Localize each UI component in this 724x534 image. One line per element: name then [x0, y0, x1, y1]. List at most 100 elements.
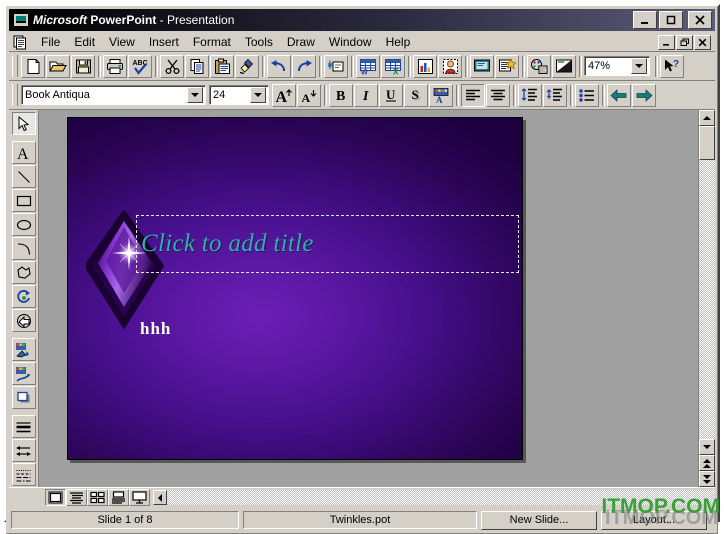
scroll-left-icon[interactable] — [153, 490, 167, 505]
menu-help[interactable]: Help — [379, 33, 418, 51]
italic-icon[interactable]: I — [354, 83, 378, 107]
slide-sorter-view-button[interactable] — [87, 489, 108, 506]
copy-icon[interactable] — [185, 54, 209, 78]
horizontal-scroll-track[interactable] — [167, 490, 715, 505]
free-rotate-icon[interactable] — [11, 285, 36, 308]
cut-icon[interactable] — [160, 54, 184, 78]
black-and-white-icon[interactable] — [552, 54, 576, 78]
freeform-tool-icon[interactable] — [11, 261, 36, 284]
line-color-icon[interactable] — [11, 362, 36, 385]
new-icon[interactable] — [21, 54, 45, 78]
minimize-button[interactable] — [633, 11, 657, 29]
menu-view[interactable]: View — [102, 33, 142, 51]
fill-color-icon[interactable] — [11, 338, 36, 361]
font-size-value: 24 — [213, 89, 226, 101]
open-icon[interactable] — [46, 54, 70, 78]
arc-tool-icon[interactable] — [11, 237, 36, 260]
slide-body-text[interactable]: hhh — [140, 319, 171, 339]
line-tool-icon[interactable] — [11, 165, 36, 188]
menu-draw[interactable]: Draw — [280, 33, 322, 51]
vertical-scrollbar[interactable] — [698, 110, 715, 487]
insert-excel-worksheet-icon[interactable]: X — [381, 54, 405, 78]
insert-clip-art-icon[interactable] — [438, 54, 462, 78]
font-size-combo[interactable]: 24 — [209, 85, 269, 105]
help-arrow-icon[interactable]: ? — [660, 54, 684, 78]
menu-insert[interactable]: Insert — [142, 33, 186, 51]
maximize-button[interactable] — [659, 11, 683, 29]
redo-icon[interactable] — [292, 54, 316, 78]
bullets-icon[interactable] — [575, 83, 599, 107]
bold-icon[interactable]: B — [329, 83, 353, 107]
formatting-toolbar-grip[interactable] — [12, 84, 18, 106]
scroll-up-icon[interactable] — [699, 110, 715, 126]
layout-button[interactable]: Layout... — [601, 510, 707, 530]
notes-page-view-button[interactable] — [108, 489, 129, 506]
outline-view-button[interactable] — [66, 489, 87, 506]
vertical-scroll-track[interactable] — [699, 126, 715, 439]
new-slide-button[interactable]: New Slide... — [481, 510, 597, 530]
increase-font-size-icon[interactable]: A — [272, 83, 296, 107]
new-slide-icon[interactable] — [470, 54, 494, 78]
format-painter-icon[interactable] — [235, 54, 259, 78]
powerpoint-window: Microsoft PowerPoint - Presentation File… — [4, 4, 720, 534]
menu-file[interactable]: File — [34, 33, 67, 51]
title-placeholder[interactable]: Click to add title — [136, 215, 519, 273]
paste-icon[interactable] — [210, 54, 234, 78]
document-icon[interactable] — [13, 35, 28, 50]
font-name-dropdown-arrow[interactable] — [187, 87, 203, 103]
font-name-combo[interactable]: Book Antiqua — [21, 85, 206, 105]
zoom-dropdown-arrow[interactable] — [631, 58, 647, 74]
decrease-font-size-icon[interactable]: A — [297, 83, 321, 107]
select-arrow-icon[interactable] — [11, 112, 36, 135]
dash-style-icon[interactable] — [11, 463, 36, 486]
zoom-combo[interactable]: 47% — [584, 56, 650, 76]
promote-icon[interactable] — [607, 83, 631, 107]
scroll-down-icon[interactable] — [699, 439, 715, 455]
insert-word-table-icon[interactable]: W — [356, 54, 380, 78]
slide-view-button[interactable] — [45, 489, 66, 506]
text-color-icon[interactable]: A — [429, 83, 453, 107]
undo-icon[interactable] — [267, 54, 291, 78]
vertical-scroll-thumb[interactable] — [699, 126, 715, 160]
svg-text:U: U — [386, 87, 396, 102]
rectangle-tool-icon[interactable] — [11, 189, 36, 212]
svg-text:?: ? — [673, 59, 679, 70]
line-style-icon[interactable] — [11, 415, 36, 438]
font-size-dropdown-arrow[interactable] — [250, 87, 266, 103]
previous-slide-icon[interactable] — [699, 455, 715, 471]
document-restore-button[interactable] — [676, 34, 693, 50]
title-doc: - Presentation — [156, 13, 235, 27]
ellipse-tool-icon[interactable] — [11, 213, 36, 236]
line-spacing-icon[interactable] — [518, 83, 542, 107]
paragraph-spacing-icon[interactable] — [543, 83, 567, 107]
slide-canvas[interactable]: Click to add title hhh — [39, 110, 698, 487]
next-slide-icon[interactable] — [699, 471, 715, 487]
spelling-icon[interactable]: ABC — [128, 54, 152, 78]
align-left-icon[interactable] — [461, 83, 485, 107]
underline-icon[interactable]: U — [379, 83, 403, 107]
autoshapes-icon[interactable] — [11, 309, 36, 332]
menu-tools[interactable]: Tools — [238, 33, 280, 51]
apply-design-icon[interactable] — [527, 54, 551, 78]
close-button[interactable] — [688, 11, 712, 29]
arrowhead-style-icon[interactable] — [11, 439, 36, 462]
document-minimize-button[interactable] — [658, 34, 675, 50]
shadow-icon[interactable] — [11, 386, 36, 409]
save-icon[interactable] — [71, 54, 95, 78]
insert-hyperlink-icon[interactable] — [324, 54, 348, 78]
text-shadow-icon[interactable]: SS — [404, 83, 428, 107]
text-tool-icon[interactable]: A — [11, 141, 36, 164]
menu-edit[interactable]: Edit — [67, 33, 102, 51]
slide-show-button[interactable] — [129, 489, 150, 506]
toolbar-grip[interactable] — [12, 55, 18, 77]
slide-layout-icon[interactable] — [495, 54, 519, 78]
slide-surface[interactable]: Click to add title hhh — [67, 117, 523, 460]
menu-format[interactable]: Format — [186, 33, 238, 51]
demote-icon[interactable] — [632, 83, 656, 107]
title-bar: Microsoft PowerPoint - Presentation — [9, 9, 715, 31]
document-close-button[interactable] — [694, 34, 711, 50]
menu-window[interactable]: Window — [322, 33, 379, 51]
insert-chart-icon[interactable] — [413, 54, 437, 78]
print-icon[interactable] — [103, 54, 127, 78]
align-center-icon[interactable] — [486, 83, 510, 107]
